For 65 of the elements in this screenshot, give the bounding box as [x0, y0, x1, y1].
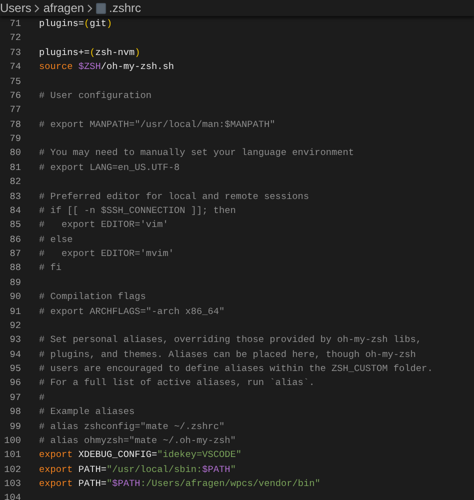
line-number: 95: [8, 362, 21, 376]
code-line: # You may need to manually set your language environment: [39, 146, 354, 160]
code-line: plugins=(git): [39, 17, 112, 31]
code-line: # Preferred editor for local and remote sessions: [39, 190, 310, 204]
line-number: 90: [8, 290, 21, 304]
code-line: # alias zshconfig="mate ~/.zshrc": [39, 420, 225, 434]
line-number: 98: [8, 405, 21, 420]
code-line: # export EDITOR='vim': [39, 218, 168, 232]
breadcrumb-item[interactable]: afragen: [43, 0, 84, 16]
code-line: #: [39, 390, 45, 405]
code-line: export PATH="$PATH:/Users/afragen/wpcs/vendor/bin": [39, 477, 320, 491]
line-number: 79: [8, 132, 21, 146]
line-number: 76: [8, 88, 21, 103]
chevron-icon: [87, 4, 94, 12]
code-line: # Example aliases: [39, 405, 135, 420]
line-number: 80: [8, 146, 21, 160]
line-number: 85: [8, 218, 21, 232]
code-line: plugins+=(zsh-nvm): [39, 46, 140, 60]
line-number: 101: [3, 448, 21, 462]
code-line: source $ZSH/oh-my-zsh.sh: [39, 60, 174, 74]
line-number: 72: [8, 31, 21, 46]
code-line: # export MANPATH="/usr/local/man:$MANPATH": [39, 118, 276, 132]
line-number: 81: [8, 160, 21, 175]
code-line: # For a full list of active aliases, run `alias`.: [39, 376, 315, 390]
breadcrumb-item[interactable]: Users: [0, 0, 32, 16]
code-line: # fi: [39, 261, 62, 276]
line-number: 96: [8, 376, 21, 390]
line-number: 94: [8, 348, 21, 362]
line-number: 71: [8, 17, 21, 31]
line-number: 87: [8, 247, 21, 261]
line-number: 102: [3, 462, 21, 477]
code-line: # export ARCHFLAGS="-arch x86_64": [39, 304, 225, 318]
code-line: # else: [39, 232, 73, 247]
code-line: # alias ohmyzsh="mate ~/.oh-my-zsh": [39, 434, 236, 448]
line-number: 77: [8, 103, 21, 118]
line-number: 84: [8, 204, 21, 218]
code-line: export PATH="/usr/local/sbin:$PATH": [39, 462, 236, 477]
chevron-icon: [34, 4, 40, 12]
code-line: # users are encouraged to define aliases within the ZSH_CUSTOM folder.: [39, 362, 433, 376]
line-number: 86: [8, 232, 21, 247]
code-line: # plugins, and themes. Aliases can be placed here, though oh-my-zsh: [39, 348, 416, 362]
line-number: 97: [8, 390, 21, 405]
line-number: 82: [8, 175, 21, 190]
code-line: export XDEBUG_CONFIG="idekey=VSCODE": [39, 448, 242, 462]
code-line: # export EDITOR='mvim': [39, 247, 174, 261]
line-number: 88: [8, 261, 21, 276]
line-number: 75: [8, 74, 21, 88]
code-line: # User configuration: [39, 88, 152, 103]
line-number: 103: [3, 477, 21, 491]
line-number: 89: [8, 276, 21, 290]
line-number: 74: [8, 60, 21, 74]
line-number: 83: [8, 190, 21, 204]
code-line: # Set personal aliases, overriding those provided by oh-my-zsh libs,: [39, 333, 422, 348]
line-number: 93: [8, 333, 21, 348]
line-number: 78: [8, 118, 21, 132]
line-number: 92: [8, 318, 21, 333]
line-number: 91: [8, 304, 21, 318]
code-line: # export LANG=en_US.UTF-8: [39, 160, 180, 175]
file-icon: [96, 2, 106, 14]
breadcrumb-item[interactable]: .zshrc: [109, 0, 142, 16]
code-line: # if [[ -n $SSH_CONNECTION ]]; then: [39, 204, 236, 218]
line-number: 100: [3, 434, 21, 448]
line-number: 99: [8, 420, 21, 434]
code-line: # Compilation flags: [39, 290, 146, 304]
line-number: 73: [8, 46, 21, 60]
